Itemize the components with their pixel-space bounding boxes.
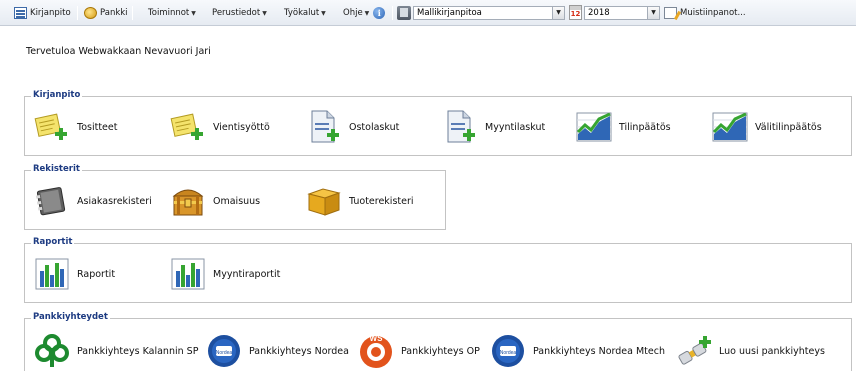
item-pankkiyhteys-op[interactable]: WS Pankkiyhteys OP [357, 331, 480, 371]
item-vientisyotto-label: Vientisyöttö [213, 121, 270, 133]
caret-down-icon: ▼ [191, 9, 196, 17]
document-add-icon [33, 108, 71, 146]
group-raportit-legend: Raportit [31, 237, 75, 247]
item-pankkiyhteys-nordea-mtech[interactable]: Nordea Pankkiyhteys Nordea Mtech [489, 331, 665, 371]
menu-pankki-label: Pankki [100, 8, 128, 18]
menu-pankki[interactable]: Pankki [84, 5, 128, 21]
item-raportit[interactable]: Raportit [33, 254, 115, 294]
item-myyntilaskut-label: Myyntilaskut [485, 121, 546, 133]
chart-trend-icon [575, 108, 613, 146]
menu-kirjanpito[interactable]: Kirjanpito [14, 5, 71, 21]
document-add-icon [169, 108, 207, 146]
menu-ohje[interactable]: Ohje ▼ i [343, 5, 386, 21]
info-icon[interactable]: i [373, 7, 386, 19]
item-asiakasrekisteri[interactable]: Asiakasrekisteri [33, 181, 152, 221]
memo-label: Muistiinpanot... [680, 8, 746, 18]
item-tilinpaatos-label: Tilinpäätös [619, 121, 671, 133]
op-bank-icon: WS [357, 332, 395, 370]
item-tilinpaatos[interactable]: Tilinpäätös [575, 107, 671, 147]
menu-toiminnot[interactable]: Toiminnot ▼ [148, 5, 196, 21]
caret-down-icon: ▼ [262, 9, 267, 17]
item-tuoterekisteri[interactable]: Tuoterekisteri [305, 181, 414, 221]
item-raportit-label: Raportit [77, 268, 116, 280]
toolbar-separator [132, 6, 133, 20]
year-select-value: 2018 [588, 8, 610, 18]
svg-text:Nordea: Nordea [216, 350, 233, 356]
item-tositteet[interactable]: Tositteet [33, 107, 117, 147]
savings-bank-icon [33, 332, 71, 370]
chevron-down-icon[interactable]: ▼ [552, 7, 564, 19]
toolbar-separator [77, 6, 78, 20]
item-luo-uusi-pankkiyhteys[interactable]: Luo uusi pankkiyhteys [675, 331, 825, 371]
item-ostolaskut-label: Ostolaskut [349, 121, 400, 133]
year-select[interactable]: 2018 ▼ [584, 6, 660, 20]
group-pankkiyhteydet-legend: Pankkiyhteydet [31, 312, 110, 322]
bar-chart-icon [169, 255, 207, 293]
chart-trend-icon [711, 108, 749, 146]
group-raportit: Raportit Raportit Myyntiraportit [24, 237, 852, 303]
item-myyntiraportit[interactable]: Myyntiraportit [169, 254, 280, 294]
item-ostolaskut[interactable]: Ostolaskut [305, 107, 399, 147]
item-pankkiyhteys-op-label: Pankkiyhteys OP [401, 345, 480, 357]
group-pankkiyhteydet: Pankkiyhteydet Pankkiyhteys Kalannin SP … [24, 312, 852, 371]
menu-toiminnot-label: Toiminnot [148, 8, 190, 18]
group-kirjanpito: Kirjanpito Tositteet Vientisyöttö Ostola… [24, 90, 852, 156]
item-tositteet-label: Tositteet [77, 121, 118, 133]
company-select-value: Mallikirjanpitoa [417, 8, 482, 18]
item-pankkiyhteys-nordea-label: Pankkiyhteys Nordea [249, 345, 349, 357]
menu-ohje-label: Ohje [343, 8, 363, 18]
invoice-add-icon [305, 108, 343, 146]
menu-perustiedot[interactable]: Perustiedot ▼ [212, 5, 267, 21]
ledger-icon [397, 6, 411, 20]
caret-down-icon: ▼ [364, 9, 370, 17]
toolbar-separator [392, 6, 393, 20]
menu-tyokalut-label: Työkalut [284, 8, 320, 18]
calendar-day: 12 [570, 10, 581, 18]
address-book-icon [33, 182, 71, 220]
item-vientisyotto[interactable]: Vientisyöttö [169, 107, 270, 147]
menu-tyokalut[interactable]: Työkalut ▼ [284, 5, 326, 21]
bar-chart-icon [33, 255, 71, 293]
item-omaisuus[interactable]: Omaisuus [169, 181, 260, 221]
menu-kirjanpito-label: Kirjanpito [30, 8, 71, 18]
item-valitilinpaatos-label: Välitilinpäätös [755, 121, 822, 133]
item-pankkiyhteys-kalannin-sp[interactable]: Pankkiyhteys Kalannin SP [33, 331, 198, 371]
nordea-icon: Nordea [205, 332, 243, 370]
calendar-icon: 12 [569, 5, 582, 20]
item-pankkiyhteys-nordea[interactable]: Nordea Pankkiyhteys Nordea [205, 331, 349, 371]
journal-icon [14, 7, 27, 19]
memo-icon [664, 7, 677, 19]
product-box-icon [305, 182, 343, 220]
memo-button[interactable]: Muistiinpanot... [664, 5, 746, 21]
svg-text:Nordea: Nordea [500, 350, 517, 356]
group-rekisterit: Rekisterit Asiakasrekisteri Omaisuus Tuo… [24, 164, 446, 230]
item-tuoterekisteri-label: Tuoterekisteri [349, 195, 414, 207]
item-valitilinpaatos[interactable]: Välitilinpäätös [711, 107, 822, 147]
menu-perustiedot-label: Perustiedot [212, 8, 261, 18]
welcome-text: Tervetuloa Webwakkaan Nevavuori Jari [26, 46, 211, 57]
caret-down-icon: ▼ [321, 9, 326, 17]
add-connection-icon [675, 332, 713, 370]
group-rekisterit-legend: Rekisterit [31, 164, 82, 174]
item-myyntilaskut[interactable]: Myyntilaskut [441, 107, 545, 147]
nordea-icon: Nordea [489, 332, 527, 370]
coin-icon [84, 7, 97, 19]
item-myyntiraportit-label: Myyntiraportit [213, 268, 281, 280]
item-omaisuus-label: Omaisuus [213, 195, 261, 207]
group-kirjanpito-legend: Kirjanpito [31, 90, 83, 100]
invoice-add-icon [441, 108, 479, 146]
item-luo-uusi-pankkiyhteys-label: Luo uusi pankkiyhteys [719, 345, 825, 357]
toolbar: Kirjanpito Pankki Toiminnot ▼ Perustiedot… [0, 0, 856, 26]
company-select[interactable]: Mallikirjanpitoa ▼ [413, 6, 565, 20]
item-asiakasrekisteri-label: Asiakasrekisteri [77, 195, 152, 207]
item-pankkiyhteys-nordea-mtech-label: Pankkiyhteys Nordea Mtech [533, 345, 665, 357]
svg-text:WS: WS [370, 334, 384, 343]
item-pankkiyhteys-kalannin-sp-label: Pankkiyhteys Kalannin SP [77, 345, 199, 357]
treasure-chest-icon [169, 182, 207, 220]
chevron-down-icon[interactable]: ▼ [647, 7, 659, 19]
